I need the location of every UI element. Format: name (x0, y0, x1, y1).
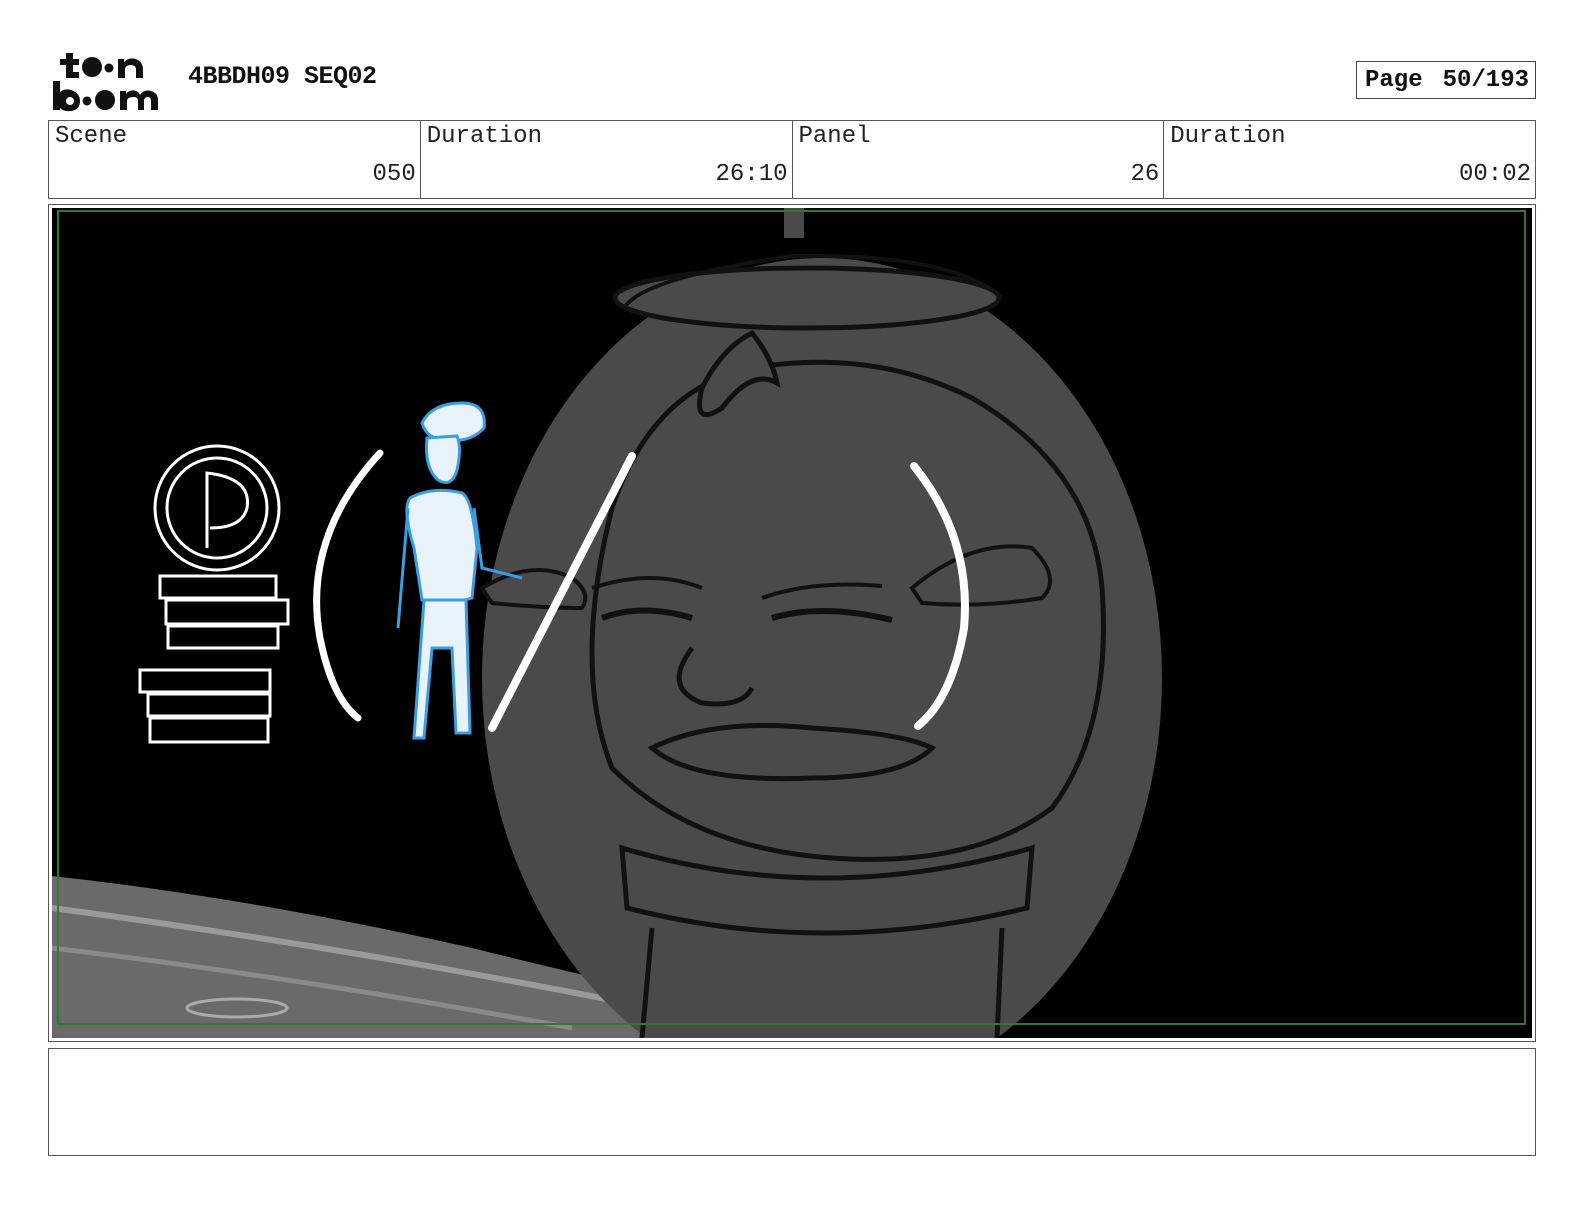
scene-label: Scene (55, 123, 128, 150)
project-title: 4BBDH09 SEQ02 (188, 62, 377, 91)
panel-notes (48, 1048, 1536, 1156)
page-label: Page (1365, 66, 1423, 94)
page-indicator: Page 50/193 (1356, 61, 1536, 99)
panel-duration-label: Duration (1170, 123, 1286, 150)
head-cap (612, 265, 1002, 331)
page-value: 50/193 (1442, 66, 1529, 94)
panel-sketch-svg (52, 208, 1532, 1038)
scene-duration-value: 26:10 (715, 161, 788, 188)
panel-label: Panel (798, 123, 871, 150)
scene-duration-cell: Duration 26:10 (421, 121, 793, 198)
toon-boom-logo (50, 50, 165, 112)
panel-duration-value: 00:02 (1458, 161, 1531, 188)
storyboard-panel-image (52, 208, 1532, 1038)
panel-cell: Panel 26 (793, 121, 1165, 198)
panel-value: 26 (1130, 161, 1160, 188)
head-cap-stem (784, 208, 804, 238)
scene-value: 050 (372, 161, 416, 188)
panel-duration-cell: Duration 00:02 (1164, 121, 1535, 198)
panel-info-table: Scene 050 Duration 26:10 Panel 26 Durati… (48, 120, 1536, 199)
scene-duration-label: Duration (426, 123, 542, 150)
scene-cell: Scene 050 (49, 121, 421, 198)
